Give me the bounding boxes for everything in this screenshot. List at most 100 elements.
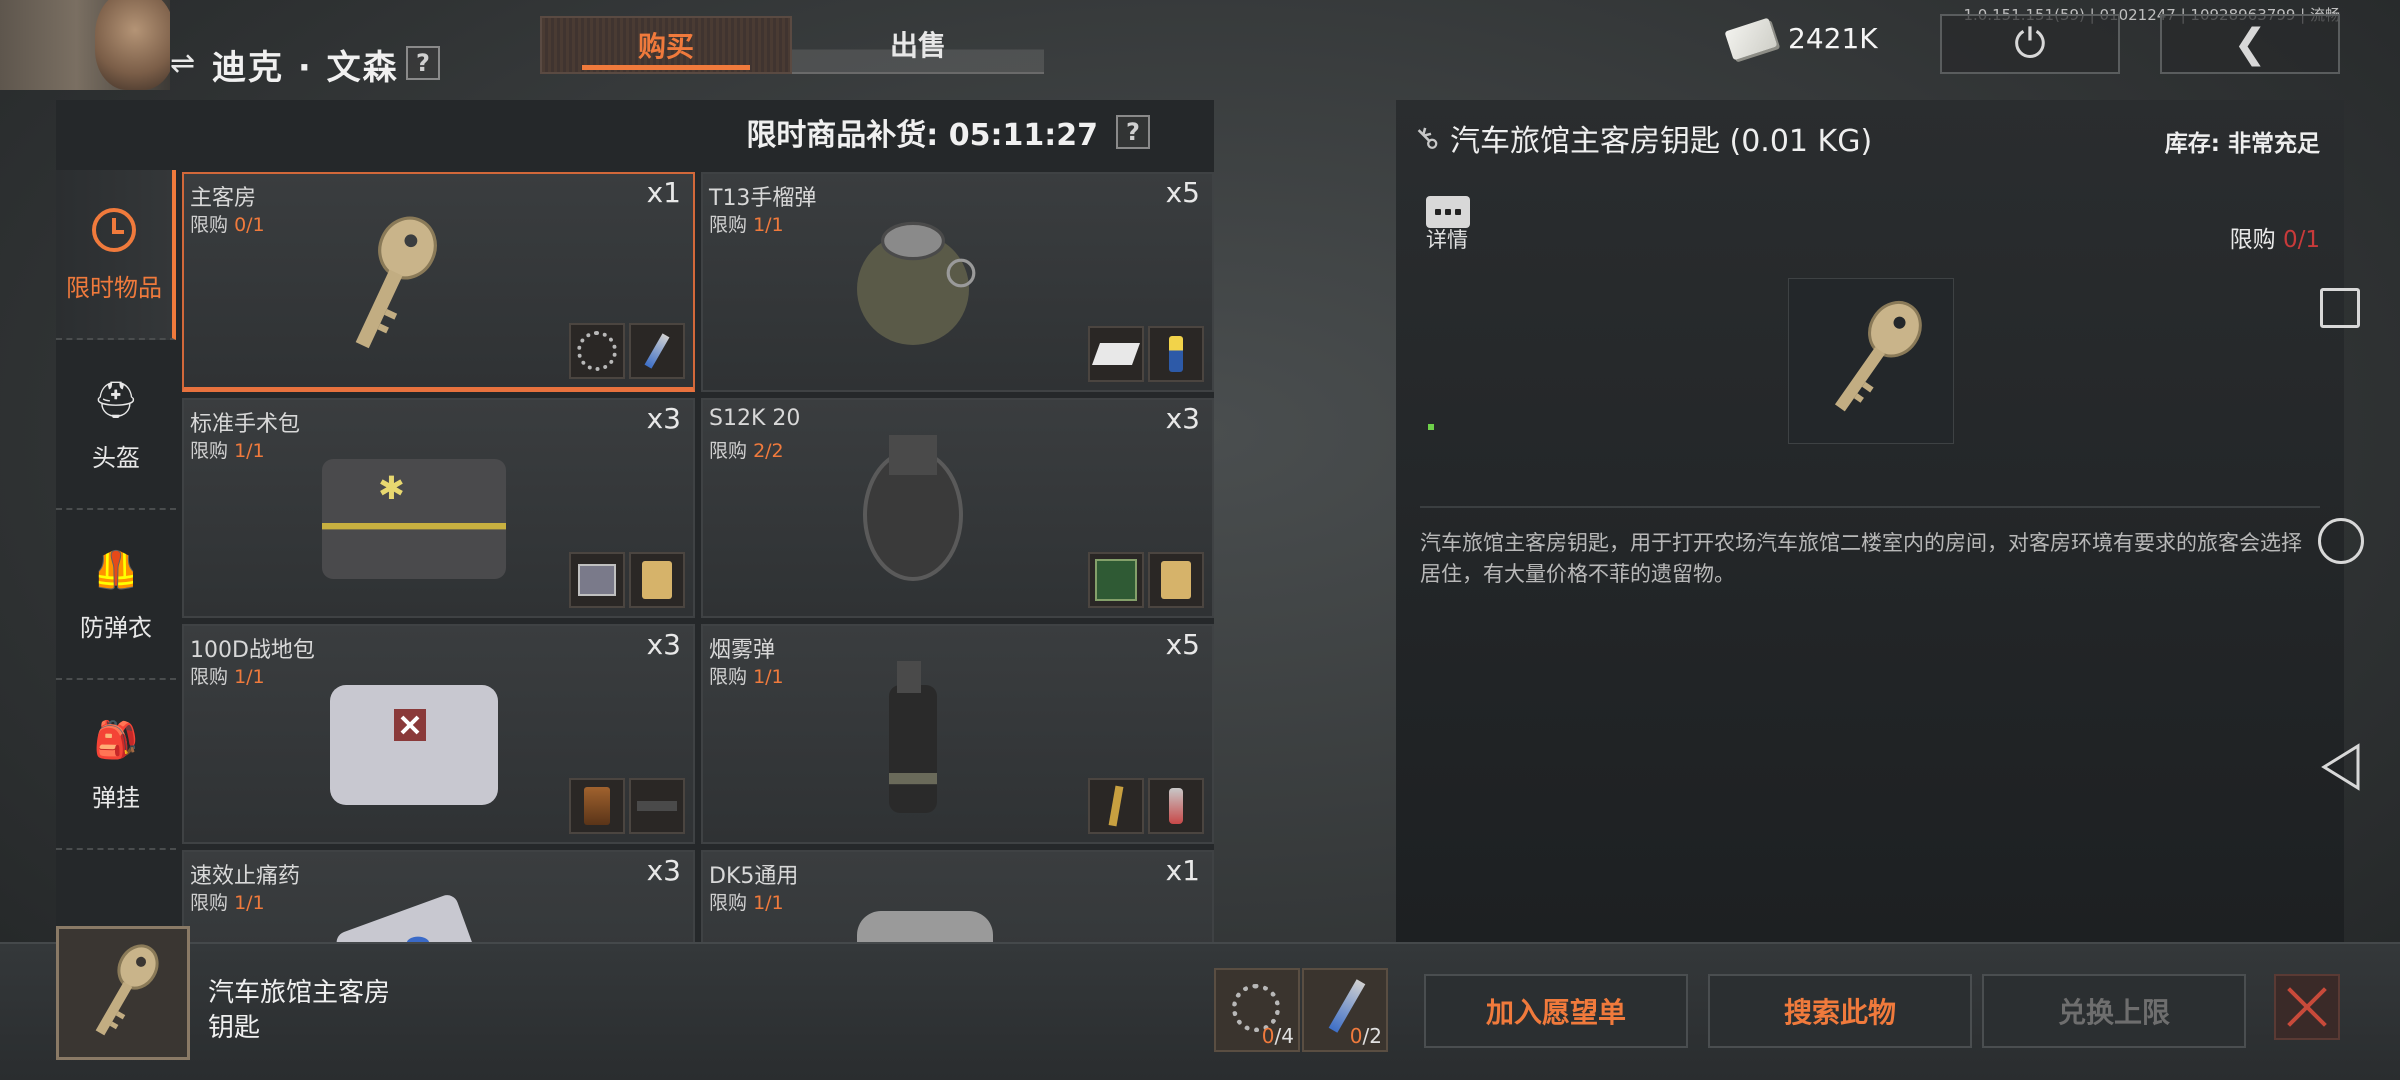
limit-value: 1/1: [753, 892, 784, 914]
item-name: S12K 20: [709, 406, 801, 431]
material-slots: [569, 323, 685, 379]
tab-sell[interactable]: 出售: [792, 16, 1044, 74]
helmet-icon: ⛑: [93, 379, 139, 421]
exchange-limit-button[interactable]: 兑换上限: [1982, 974, 2246, 1048]
power-button[interactable]: ⏻: [1940, 14, 2120, 74]
gold-icon[interactable]: [629, 552, 685, 608]
restock-timer: 限时商品补货: 05:11:27 ?: [746, 110, 1150, 154]
item-name: 烟雾弹: [709, 638, 776, 663]
key-icon: [95, 944, 159, 1036]
material-slots: [569, 778, 685, 834]
item-name: 标准手术包: [190, 412, 301, 437]
limit-label: 限购: [2229, 227, 2276, 253]
info-label[interactable]: 详情: [1426, 224, 1468, 254]
item-card[interactable]: T13手榴弹 限购 1/1 x5: [701, 172, 1214, 392]
bottle-icon[interactable]: [1148, 778, 1204, 834]
trader-portrait[interactable]: [0, 0, 170, 90]
item-quantity: x3: [646, 402, 681, 435]
vest-icon: 🦺: [93, 549, 139, 591]
category-sidebar: 限时物品 ⛑ 头盔 🦺 防弹衣 🎒 弹挂: [56, 170, 176, 850]
restock-help-button[interactable]: ?: [1116, 115, 1150, 149]
item-card[interactable]: 烟雾弹 限购 1/1 x5: [701, 624, 1214, 844]
item-limit: 限购 1/1: [709, 210, 784, 237]
recent-apps-icon[interactable]: [2320, 288, 2360, 328]
pen-icon[interactable]: [629, 323, 685, 379]
item-card[interactable]: 主客房 限购 0/1 x1: [182, 172, 695, 392]
add-wishlist-button[interactable]: 加入愿望单: [1424, 974, 1688, 1048]
item-card[interactable]: S12K 20 限购 2/2 x3: [701, 398, 1214, 618]
trader-face: [95, 0, 170, 90]
close-icon[interactable]: [2274, 974, 2340, 1040]
item-card[interactable]: ✱ 标准手术包 限购 1/1 x3: [182, 398, 695, 618]
fieldkit-image: [330, 685, 498, 805]
limit-value: 2/2: [753, 440, 784, 462]
key-image: [1834, 300, 1922, 412]
material-slots: [569, 552, 685, 608]
limit-label: 限购: [190, 214, 229, 236]
requirement-count: 0/4: [1261, 1024, 1294, 1048]
board-icon[interactable]: [1088, 552, 1144, 608]
limit-label: 限购: [190, 440, 229, 462]
item-quantity: x5: [1165, 176, 1200, 209]
category-helmet[interactable]: ⛑ 头盔: [56, 340, 176, 510]
item-quantity: x5: [1165, 628, 1200, 661]
limit-value: 1/1: [234, 440, 265, 462]
item-card[interactable]: 速效止痛药 限购 1/1 x3: [182, 850, 695, 942]
category-vest[interactable]: 🦺 防弹衣: [56, 510, 176, 680]
category-limited[interactable]: 限时物品: [56, 170, 176, 340]
limit-label: 限购: [709, 214, 748, 236]
spray-icon[interactable]: [1148, 326, 1204, 382]
category-rig[interactable]: 🎒 弹挂: [56, 680, 176, 850]
gun-icon[interactable]: [629, 778, 685, 834]
item-limit: 限购 1/1: [190, 888, 265, 915]
box-icon[interactable]: [1088, 326, 1144, 382]
item-card[interactable]: 100D战地包 限购 1/1 x3: [182, 624, 695, 844]
divider: [1420, 506, 2320, 508]
trader-help-button[interactable]: ?: [406, 46, 440, 80]
requirement-cable[interactable]: 0/4: [1214, 968, 1300, 1052]
status-dot: [1428, 424, 1434, 430]
item-name: DK5通用: [709, 864, 799, 889]
limit-value: 1/1: [753, 214, 784, 236]
trade-tabs: 购买 出售: [540, 16, 1044, 74]
search-item-button[interactable]: 搜索此物: [1708, 974, 1972, 1048]
helmet-image: [857, 911, 993, 942]
item-limit: 限购 2/2: [709, 436, 784, 463]
back-button[interactable]: ❮: [2160, 14, 2340, 74]
selected-item-name: 汽车旅馆主客房钥匙: [208, 978, 391, 1043]
switch-trader-icon[interactable]: ⇌: [170, 46, 195, 81]
detail-limit: 限购 0/1: [2230, 220, 2320, 254]
tab-buy[interactable]: 购买: [540, 16, 792, 74]
limit-label: 限购: [709, 892, 748, 914]
home-icon[interactable]: [2318, 518, 2364, 564]
surgkit-image: ✱: [322, 459, 506, 579]
limit-label: 限购: [190, 666, 229, 688]
item-name: 100D战地包: [190, 638, 315, 663]
limit-value: 1/1: [234, 892, 265, 914]
item-quantity: x3: [646, 628, 681, 661]
material-slots: [1088, 778, 1204, 834]
detail-title: ⚷ 汽车旅馆主客房钥匙 (0.01 KG): [1407, 116, 1873, 160]
rig-icon: 🎒: [93, 719, 139, 761]
jar-icon[interactable]: [569, 778, 625, 834]
gold-icon[interactable]: [1148, 552, 1204, 608]
nav-back-icon[interactable]: [2318, 742, 2364, 792]
material-slots: [1088, 326, 1204, 382]
item-limit: 限购 0/1: [190, 210, 265, 237]
smoke-image: [889, 661, 937, 813]
money-value: 2421K: [1788, 22, 1878, 55]
requirement-pen[interactable]: 0/2: [1302, 968, 1388, 1052]
item-limit: 限购 1/1: [190, 436, 265, 463]
stick-icon[interactable]: [1088, 778, 1144, 834]
key-icon: ⚷: [1406, 117, 1448, 159]
category-label: 弹挂: [92, 783, 140, 812]
item-card[interactable]: DK5通用 限购 1/1 x1: [701, 850, 1214, 942]
detail-title-text: 汽车旅馆主客房钥匙 (0.01 KG): [1449, 124, 1873, 159]
limit-value: 1/1: [234, 666, 265, 688]
item-limit: 限购 1/1: [709, 662, 784, 689]
pills-image: [336, 895, 484, 942]
grey-icon[interactable]: [569, 552, 625, 608]
drum-image: [863, 435, 963, 581]
cable-icon[interactable]: [569, 323, 625, 379]
item-limit: 限购 1/1: [190, 662, 265, 689]
